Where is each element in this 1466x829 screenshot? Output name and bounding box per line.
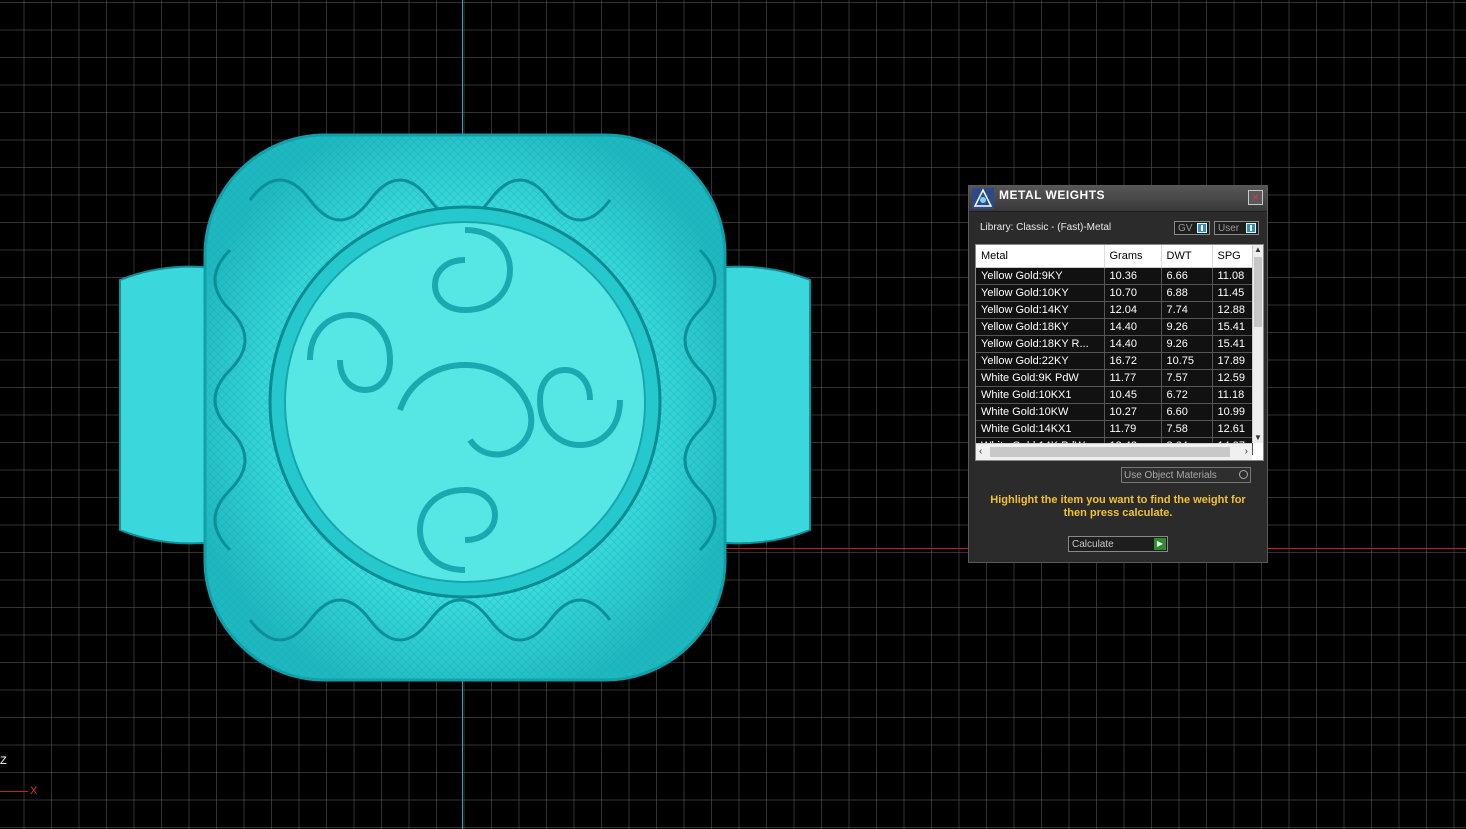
table-cell: 6.88 <box>1161 284 1213 302</box>
table-cell: 10.36 <box>1104 267 1162 285</box>
z-axis-label: Z <box>0 755 7 767</box>
table-row[interactable]: Yellow Gold:18KY 14.40 9.26 15.41 <box>976 318 1253 336</box>
table-cell: 7.57 <box>1161 369 1213 387</box>
vertical-scroll-thumb[interactable] <box>1254 257 1262 327</box>
table-cell: 15.41 <box>1212 335 1253 353</box>
table-cell: Yellow Gold:14KY <box>976 301 1105 319</box>
use-object-materials-toggle[interactable]: Use Object Materials <box>1121 467 1251 483</box>
column-header[interactable]: Metal <box>976 245 1105 268</box>
table-row[interactable]: Yellow Gold:10KY 10.70 6.88 11.45 <box>976 284 1253 302</box>
scroll-up-icon[interactable]: ▲ <box>1253 245 1263 255</box>
vertical-scrollbar[interactable]: ▲ ▼ <box>1252 245 1263 443</box>
table-cell: Yellow Gold:9KY <box>976 267 1105 285</box>
calculate-label: Calculate <box>1072 539 1114 550</box>
gv-toggle-label: GV <box>1178 223 1193 234</box>
user-toggle[interactable]: User <box>1214 221 1259 235</box>
table-cell: Yellow Gold:18KY R... <box>976 335 1105 353</box>
table-cell: 9.26 <box>1161 318 1213 336</box>
table-row[interactable]: White Gold:10KW 10.27 6.60 10.99 <box>976 403 1253 421</box>
column-header[interactable]: DWT <box>1161 245 1213 268</box>
table-cell: 11.79 <box>1104 420 1162 438</box>
table-cell: 12.61 <box>1212 420 1253 438</box>
metal-weights-panel: METAL WEIGHTS × Library: Classic - (Fast… <box>968 185 1268 563</box>
table-cell: 6.60 <box>1161 403 1213 421</box>
column-header[interactable]: Grams <box>1104 245 1162 268</box>
x-axis-label: X <box>30 785 38 797</box>
scroll-down-icon[interactable]: ▼ <box>1253 433 1263 443</box>
play-arrow-icon: ▶ <box>1154 538 1166 550</box>
calculate-button[interactable]: Calculate ▶ <box>1068 536 1168 552</box>
horizontal-scrollbar[interactable]: ‹ › <box>976 443 1252 460</box>
table-cell: 10.27 <box>1104 403 1162 421</box>
table-cell: 12.88 <box>1212 301 1253 319</box>
table-cell: 9.26 <box>1161 335 1213 353</box>
metal-weights-table[interactable]: Metal Grams DWT SPG Yellow Gold:9KY 10.36 6.6… <box>975 244 1264 461</box>
toggle-knob-icon <box>1246 223 1256 233</box>
table-row[interactable]: Yellow Gold:22KY 16.72 10.75 17.89 <box>976 352 1253 370</box>
table-cell: 11.77 <box>1104 369 1162 387</box>
table-cell: 7.74 <box>1161 301 1213 319</box>
table-cell: 6.72 <box>1161 386 1213 404</box>
table-cell: 15.41 <box>1212 318 1253 336</box>
table-cell: 10.99 <box>1212 403 1253 421</box>
table-cell: White Gold:10KX1 <box>976 386 1105 404</box>
radio-icon <box>1239 470 1248 479</box>
table-cell: 10.45 <box>1104 386 1162 404</box>
table-cell: Yellow Gold:10KY <box>976 284 1105 302</box>
table-cell: 14.40 <box>1104 335 1162 353</box>
table-cell: 17.89 <box>1212 352 1253 370</box>
table-cell: 11.45 <box>1212 284 1253 302</box>
instruction-text: Highlight the item you want to find the … <box>990 494 1246 519</box>
app-logo-icon <box>972 188 994 209</box>
scroll-left-icon[interactable]: ‹ <box>979 446 982 457</box>
table-row[interactable]: White Gold:9K PdW 11.77 7.57 12.59 <box>976 369 1253 387</box>
panel-title: METAL WEIGHTS <box>999 188 1106 202</box>
x-axis-indicator-line <box>0 791 28 792</box>
library-label: Library: Classic - (Fast)-Metal <box>980 222 1112 233</box>
table-cell: Yellow Gold:18KY <box>976 318 1105 336</box>
table-cell: 11.08 <box>1212 267 1253 285</box>
table-row[interactable]: Yellow Gold:18KY R... 14.40 9.26 15.41 <box>976 335 1253 353</box>
use-object-materials-label: Use Object Materials <box>1124 470 1217 481</box>
panel-titlebar[interactable]: METAL WEIGHTS × <box>969 186 1267 212</box>
table-row[interactable]: Yellow Gold:14KY 12.04 7.74 12.88 <box>976 301 1253 319</box>
table-cell: 11.18 <box>1212 386 1253 404</box>
table-cell: White Gold:14KX1 <box>976 420 1105 438</box>
table-row[interactable]: Yellow Gold:9KY 10.36 6.66 11.08 <box>976 267 1253 285</box>
table-header-row: Metal Grams DWT SPG <box>976 245 1253 268</box>
column-header[interactable]: SPG <box>1212 245 1253 268</box>
user-toggle-label: User <box>1218 223 1240 234</box>
table-cell: 14.40 <box>1104 318 1162 336</box>
table-cell: 12.59 <box>1212 369 1253 387</box>
gv-toggle[interactable]: GV <box>1174 221 1210 235</box>
table-cell: 6.66 <box>1161 267 1213 285</box>
table-cell: 10.75 <box>1161 352 1213 370</box>
table-cell: 7.58 <box>1161 420 1213 438</box>
scroll-right-icon[interactable]: › <box>1245 446 1248 457</box>
table-cell: White Gold:9K PdW <box>976 369 1105 387</box>
table-cell: White Gold:10KW <box>976 403 1105 421</box>
table-cell: 16.72 <box>1104 352 1162 370</box>
table-cell: Yellow Gold:22KY <box>976 352 1105 370</box>
table-row[interactable]: White Gold:14KX1 11.79 7.58 12.61 <box>976 420 1253 438</box>
horizontal-scroll-thumb[interactable] <box>990 447 1230 457</box>
ring-3d-model[interactable] <box>110 110 820 690</box>
close-button[interactable]: × <box>1248 190 1263 205</box>
table-cell: 12.04 <box>1104 301 1162 319</box>
table-cell: 10.70 <box>1104 284 1162 302</box>
toggle-knob-icon <box>1197 223 1207 233</box>
table-row[interactable]: White Gold:10KX1 10.45 6.72 11.18 <box>976 386 1253 404</box>
